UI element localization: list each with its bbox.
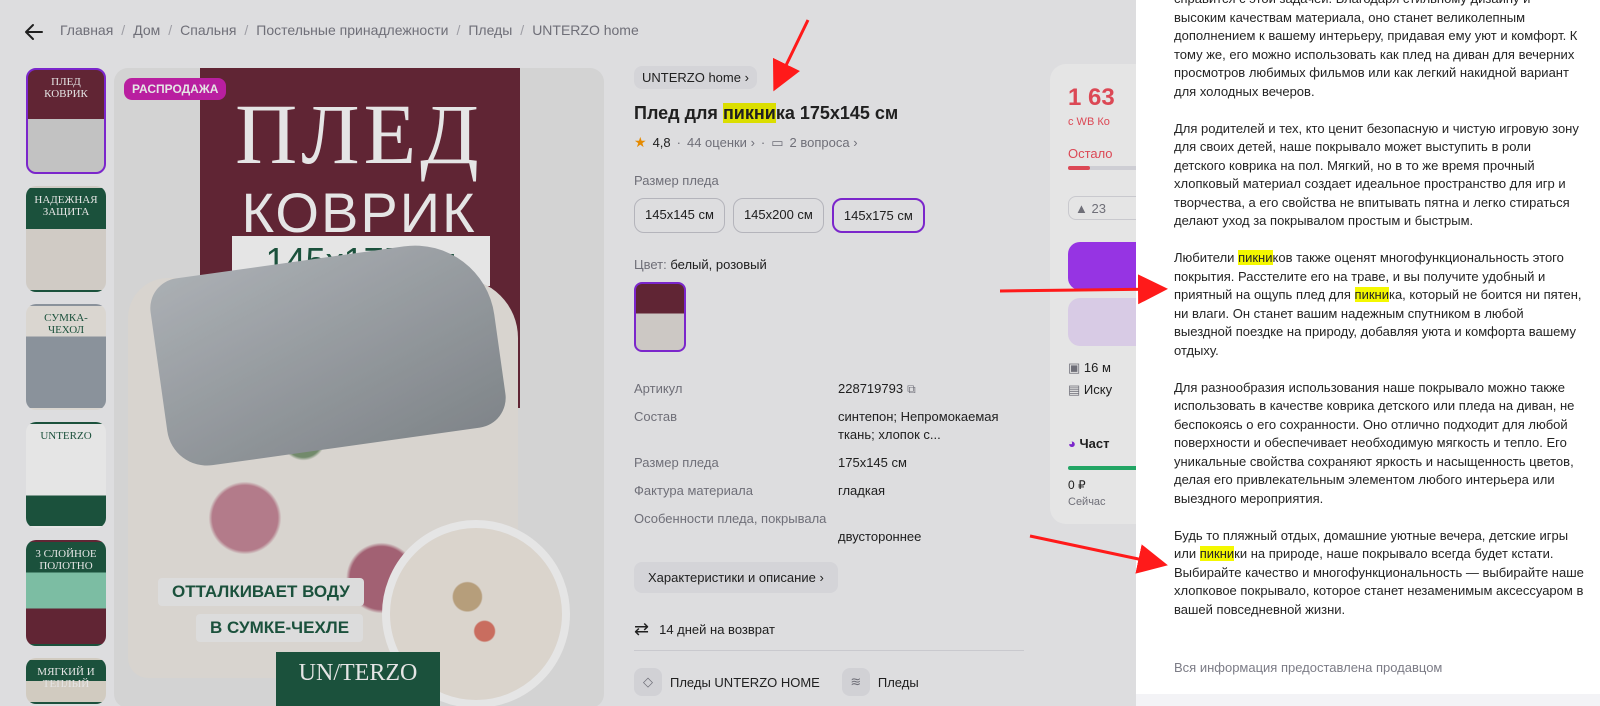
description-paragraph: справится с этой задачей. Благодаря стил…: [1174, 0, 1578, 99]
text-fragment: Любители: [1174, 250, 1239, 265]
search-highlight: пикни: [1238, 250, 1273, 265]
description-paragraph: Будь то пляжный отдых, домашние уютные в…: [1174, 527, 1584, 620]
drawer-bottom-bar: [1136, 694, 1600, 706]
description-drawer: справится с этой задачей. Благодаря стил…: [1136, 0, 1600, 706]
text-fragment: ки на природе, наше покрывало всегда буд…: [1174, 546, 1584, 617]
search-highlight: пикни: [1354, 287, 1389, 302]
description-paragraph: Для родителей и тех, кто ценит безопасну…: [1174, 120, 1579, 229]
description-paragraph: Любители пикников также оценят многофунк…: [1174, 249, 1584, 360]
search-highlight: пикни: [1199, 546, 1235, 561]
seller-info-note: Вся информация предоставлена продавцом: [1174, 660, 1443, 675]
description-paragraph: Для разнообразия использования наше покр…: [1174, 379, 1575, 506]
description-text: справится с этой задачей. Благодаря стил…: [1174, 0, 1584, 638]
